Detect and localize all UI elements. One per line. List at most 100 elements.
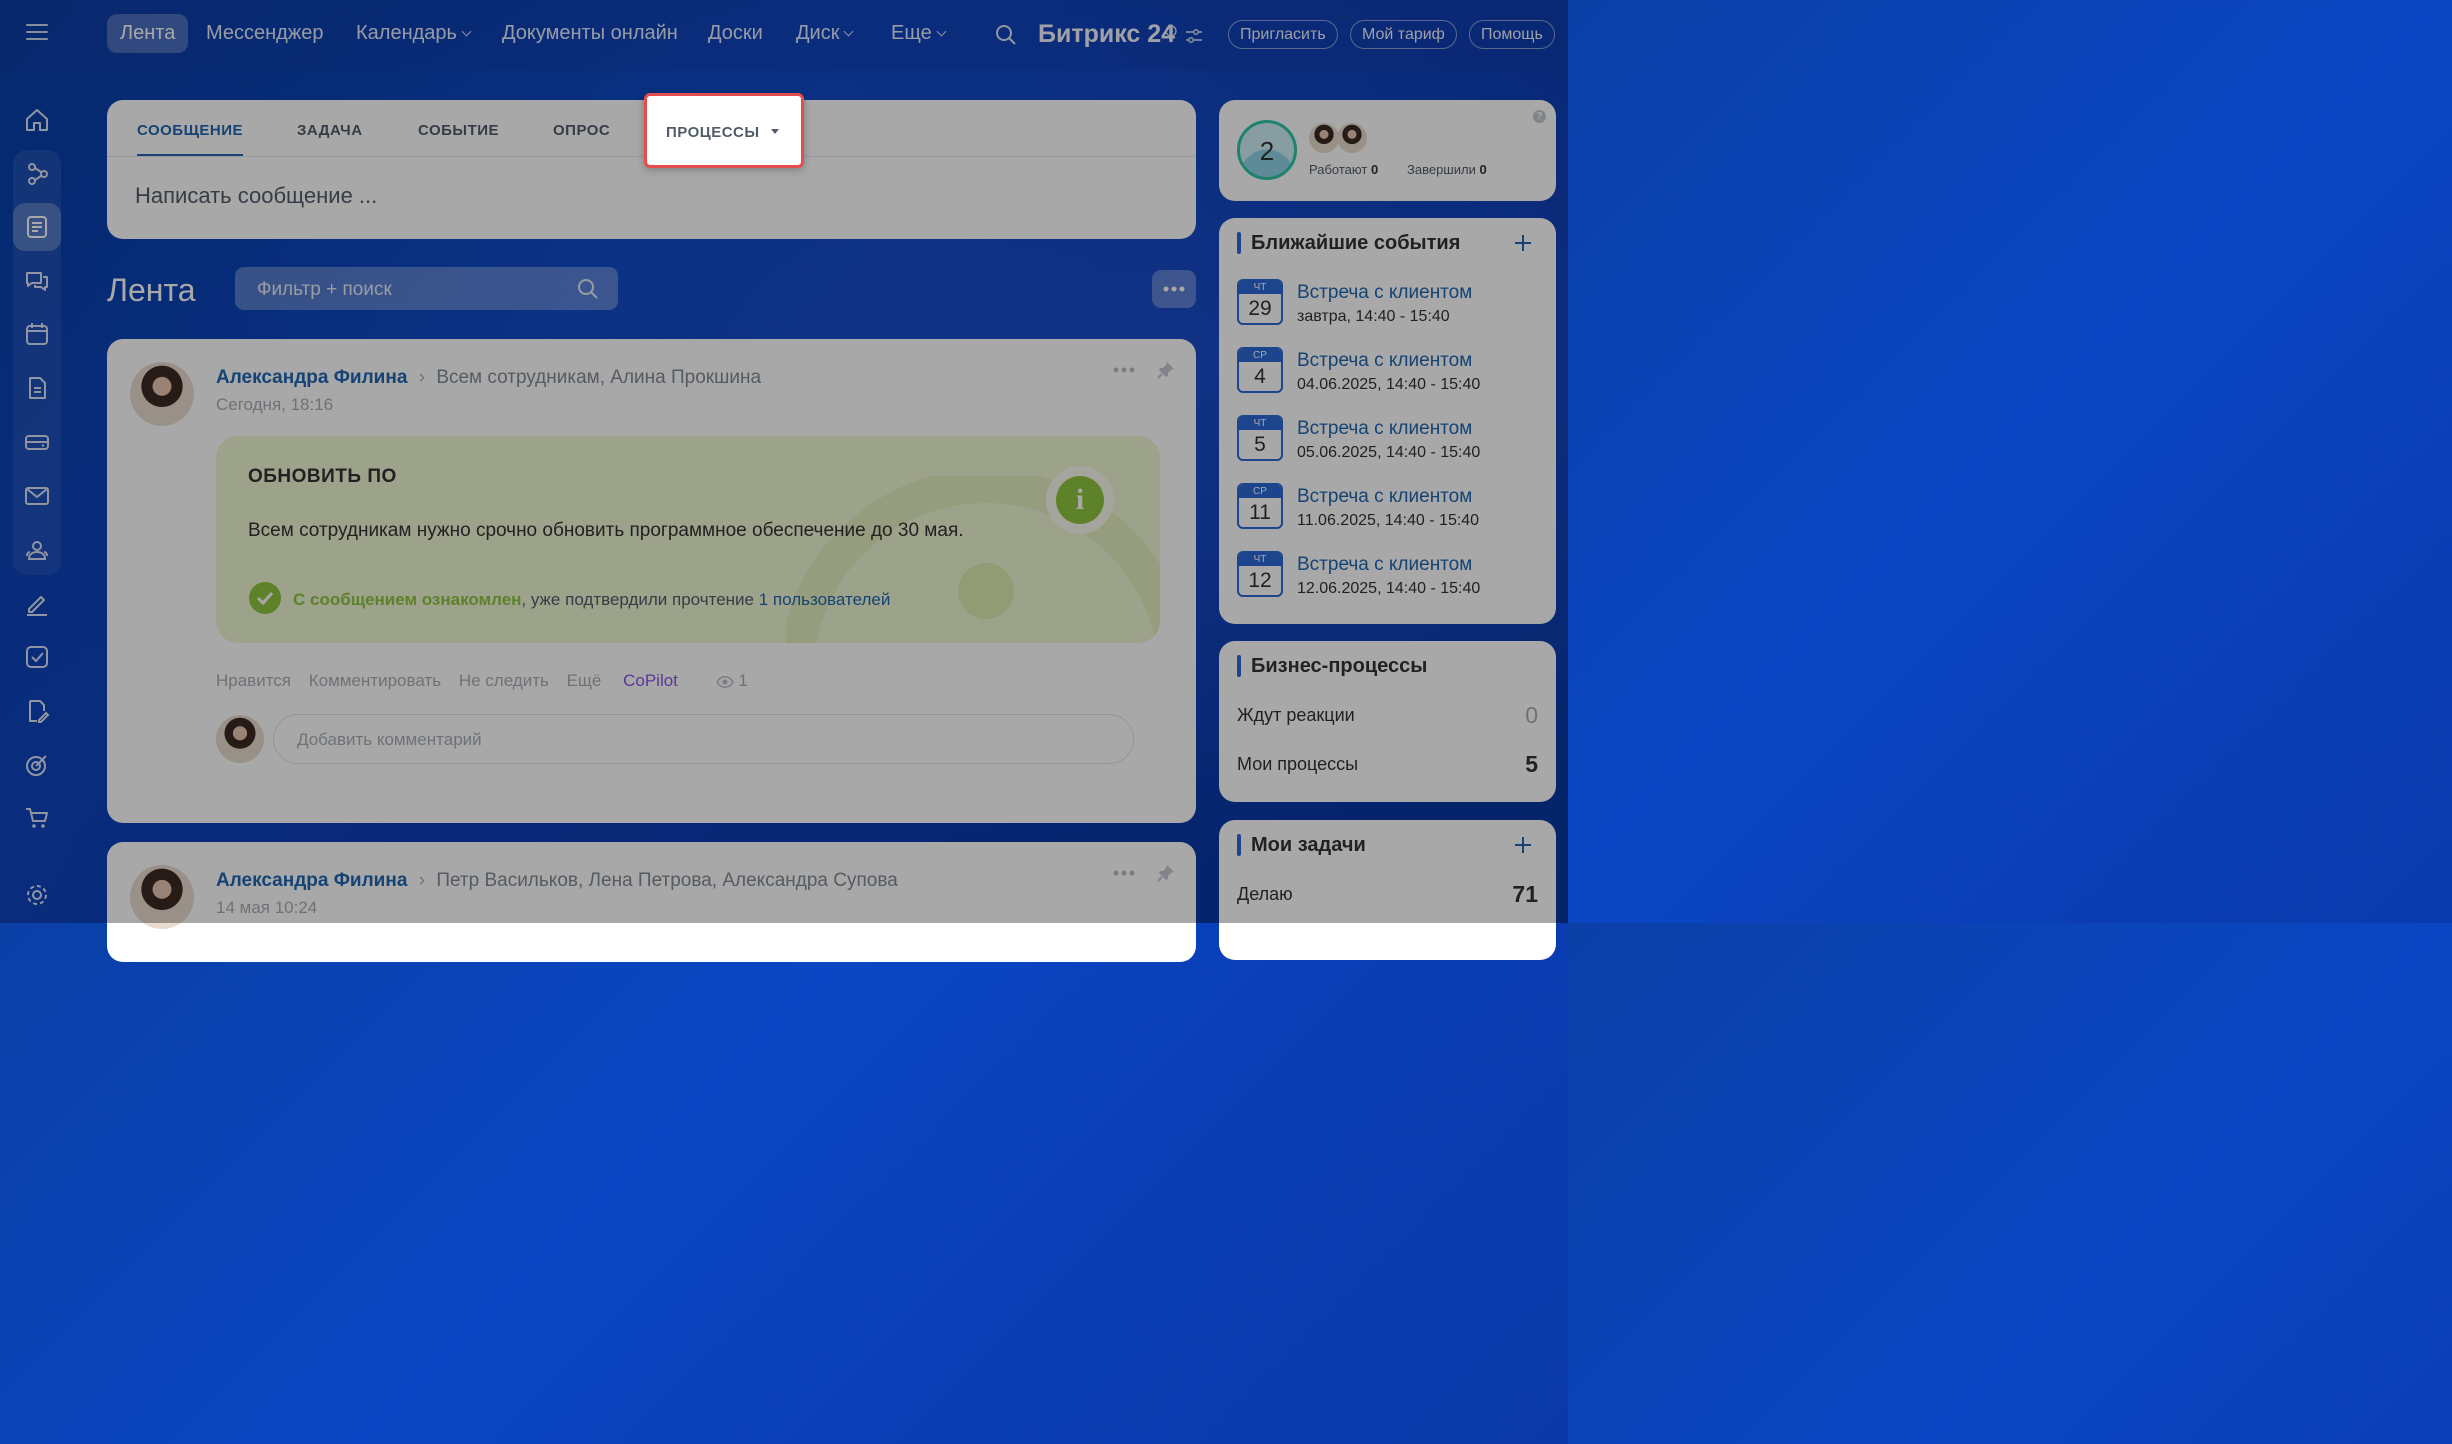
post-header: Александра Филина › Петр Васильков, Лена… bbox=[216, 870, 898, 892]
drive-icon[interactable] bbox=[22, 427, 52, 457]
bp-waiting-value: 0 bbox=[1525, 702, 1538, 728]
nav-item-feed[interactable]: Лента bbox=[107, 14, 189, 53]
event-title[interactable]: Встреча с клиентом bbox=[1297, 486, 1472, 508]
working-stat: Работают 0 bbox=[1309, 162, 1378, 177]
event-title[interactable]: Встреча с клиентом bbox=[1297, 350, 1472, 372]
event-date: ЧТ 29 bbox=[1237, 279, 1283, 325]
nav-item-documents[interactable]: Документы онлайн bbox=[502, 22, 678, 45]
nav-item-boards[interactable]: Доски bbox=[708, 22, 763, 45]
post-recipients[interactable]: Всем сотрудникам, Алина Прокшина bbox=[436, 367, 761, 388]
events-title[interactable]: Ближайшие события bbox=[1251, 232, 1460, 255]
ack-users-link[interactable]: 1 пользователей bbox=[759, 590, 891, 609]
avatar[interactable] bbox=[130, 865, 194, 929]
documents-icon[interactable] bbox=[22, 373, 52, 403]
post-actions: Нравится Комментировать Не следить Ещё C… bbox=[216, 671, 748, 691]
brand-logo: Битрикс 24 bbox=[1038, 20, 1175, 49]
page-title: Лента bbox=[107, 272, 196, 308]
home-icon[interactable] bbox=[22, 105, 52, 135]
avatar[interactable] bbox=[1337, 123, 1367, 153]
event-dow: СР bbox=[1239, 349, 1281, 362]
comment-button[interactable]: Комментировать bbox=[309, 671, 441, 690]
nav-item-messenger[interactable]: Мессенджер bbox=[206, 22, 323, 45]
bp-waiting-label[interactable]: Ждут реакции bbox=[1237, 705, 1355, 726]
check-icon bbox=[249, 582, 281, 614]
bp-mine-label[interactable]: Мои процессы bbox=[1237, 754, 1358, 775]
calendar-icon[interactable] bbox=[22, 319, 52, 349]
event-date: ЧТ 5 bbox=[1237, 415, 1283, 461]
edit-document-icon[interactable] bbox=[22, 696, 52, 726]
help-icon[interactable]: ? bbox=[1533, 110, 1546, 123]
tasks-icon[interactable] bbox=[22, 642, 52, 672]
sign-icon[interactable] bbox=[22, 589, 52, 619]
post-author[interactable]: Александра Филина bbox=[216, 870, 407, 891]
feed-more-button[interactable] bbox=[1152, 270, 1196, 308]
like-button[interactable]: Нравится bbox=[216, 671, 291, 690]
tab-event[interactable]: СОБЫТИЕ bbox=[418, 122, 499, 139]
feed-icon[interactable] bbox=[22, 212, 52, 242]
tasks-doing-label[interactable]: Делаю bbox=[1237, 884, 1293, 905]
event-date: СР 4 bbox=[1237, 347, 1283, 393]
tasks-doing-value: 71 bbox=[1512, 881, 1538, 907]
mail-icon[interactable] bbox=[22, 481, 52, 511]
tab-message[interactable]: СООБЩЕНИЕ bbox=[137, 122, 243, 139]
event-title[interactable]: Встреча с клиентом bbox=[1297, 282, 1472, 304]
finished-stat: Завершили 0 bbox=[1407, 162, 1487, 177]
avatar[interactable] bbox=[130, 362, 194, 426]
post-author[interactable]: Александра Филина bbox=[216, 367, 407, 388]
tasks-title[interactable]: Мои задачи bbox=[1251, 834, 1366, 857]
chat-icon[interactable] bbox=[22, 266, 52, 296]
more-button[interactable]: Ещё bbox=[567, 671, 602, 690]
add-icon[interactable] bbox=[1514, 836, 1532, 854]
employees-icon[interactable] bbox=[22, 535, 52, 565]
crm-icon[interactable] bbox=[22, 159, 52, 189]
working-value: 0 bbox=[1370, 162, 1379, 177]
post-recipients[interactable]: Петр Васильков, Лена Петрова, Александра… bbox=[436, 870, 897, 891]
clock-icon bbox=[1165, 25, 1177, 37]
nav-item-more[interactable]: Еще bbox=[891, 22, 947, 45]
invite-button[interactable]: Пригласить bbox=[1228, 20, 1338, 49]
search-icon[interactable] bbox=[576, 277, 600, 301]
event-time: 11.06.2025, 14:40 - 15:40 bbox=[1297, 512, 1480, 529]
settings-sliders-icon[interactable] bbox=[1185, 28, 1203, 44]
workday-counter[interactable]: 2 bbox=[1237, 120, 1297, 180]
message-input[interactable]: Написать сообщение ... bbox=[135, 183, 377, 209]
event-dow: ЧТ bbox=[1239, 281, 1281, 294]
menu-icon[interactable] bbox=[26, 24, 48, 42]
event-dow: СР bbox=[1239, 485, 1281, 498]
pin-icon[interactable] bbox=[1157, 864, 1175, 882]
search-input[interactable]: Фильтр + поиск bbox=[235, 267, 618, 310]
chevron-down-icon bbox=[936, 26, 947, 37]
ack-rest: , уже подтвердили прочтение bbox=[521, 590, 755, 609]
post-time[interactable]: Сегодня, 18:16 bbox=[216, 395, 333, 415]
unfollow-button[interactable]: Не следить bbox=[459, 671, 549, 690]
avatar[interactable] bbox=[1309, 123, 1339, 153]
event-title[interactable]: Встреча с клиентом bbox=[1297, 554, 1472, 576]
bp-title[interactable]: Бизнес-процессы bbox=[1251, 655, 1427, 678]
goals-icon[interactable] bbox=[22, 750, 52, 780]
help-button[interactable]: Помощь bbox=[1469, 20, 1555, 49]
gear-icon[interactable] bbox=[22, 880, 52, 910]
tab-processes[interactable]: ПРОЦЕССЫ bbox=[644, 93, 804, 168]
cart-icon[interactable] bbox=[22, 803, 52, 833]
tariff-button[interactable]: Мой тариф bbox=[1350, 20, 1457, 49]
tab-poll[interactable]: ОПРОС bbox=[553, 122, 610, 139]
copilot-button[interactable]: CoPilot bbox=[623, 671, 678, 690]
chevron-down-icon bbox=[461, 26, 472, 37]
workday-count: 2 bbox=[1259, 136, 1275, 166]
add-icon[interactable] bbox=[1514, 234, 1532, 252]
pin-icon[interactable] bbox=[1157, 361, 1175, 379]
event-time: 12.06.2025, 14:40 - 15:40 bbox=[1297, 580, 1481, 597]
message-heading: ОБНОВИТЬ ПО bbox=[248, 466, 397, 487]
post-time[interactable]: 14 мая 10:24 bbox=[216, 898, 317, 918]
event-dow: ЧТ bbox=[1239, 417, 1281, 430]
search-icon[interactable] bbox=[994, 23, 1018, 47]
nav-item-drive[interactable]: Диск bbox=[796, 22, 854, 45]
event-title[interactable]: Встреча с клиентом bbox=[1297, 418, 1472, 440]
tab-task[interactable]: ЗАДАЧА bbox=[297, 122, 363, 139]
ack-button[interactable]: С сообщением ознакомлен bbox=[293, 590, 521, 609]
comment-input[interactable]: Добавить комментарий bbox=[273, 714, 1134, 764]
nav-item-calendar[interactable]: Календарь bbox=[356, 22, 472, 45]
post-menu-icon[interactable] bbox=[1113, 870, 1135, 876]
tab-processes-label: ПРОЦЕССЫ bbox=[666, 124, 760, 141]
post-menu-icon[interactable] bbox=[1113, 367, 1135, 373]
